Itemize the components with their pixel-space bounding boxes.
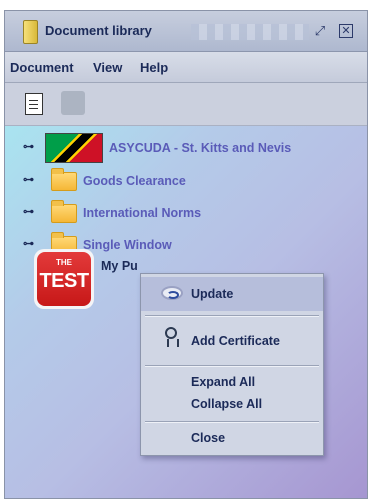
menu-document[interactable]: Document: [10, 60, 74, 75]
title-bar-grip: [191, 24, 309, 40]
tree-item-label: ASYCUDA - St. Kitts and Nevis: [109, 141, 292, 155]
app-icon-text-main: TEST: [39, 270, 89, 292]
context-menu-collapse-all[interactable]: Collapse All: [141, 394, 323, 416]
update-icon: [161, 286, 183, 300]
folder-icon: [51, 200, 77, 223]
context-menu-separator: [145, 315, 319, 317]
tree-item-asycuda[interactable]: ⊶ ASYCUDA - St. Kitts and Nevis: [5, 133, 367, 163]
restore-icon[interactable]: ⤢: [312, 23, 328, 39]
tree-item-selected-label[interactable]: My Pu: [101, 259, 138, 273]
the-test-app-icon[interactable]: THE TEST: [34, 249, 94, 309]
context-menu-label: Expand All: [191, 375, 256, 389]
tree-item-label: Goods Clearance: [83, 174, 186, 188]
context-menu-separator: [145, 365, 319, 367]
chat-bubble-icon: [61, 91, 85, 115]
context-menu-add-certificate[interactable]: Add Certificate: [141, 321, 323, 361]
toolbar: [5, 83, 367, 126]
menu-bar: Document View Help: [5, 52, 367, 83]
window-title: Document library: [45, 23, 152, 38]
expand-toggle-icon[interactable]: ⊶: [23, 175, 34, 186]
tree-item-label: International Norms: [83, 206, 202, 220]
document-library-icon: [23, 20, 38, 44]
tree-item-international-norms[interactable]: ⊶ International Norms: [5, 198, 367, 226]
context-menu-close[interactable]: Close: [141, 427, 323, 451]
menu-help[interactable]: Help: [140, 60, 168, 75]
context-menu-update[interactable]: Update: [141, 277, 323, 311]
context-menu-label: Add Certificate: [191, 334, 280, 348]
folder-icon: [51, 168, 77, 191]
document-icon[interactable]: [25, 93, 43, 115]
menu-view[interactable]: View: [93, 60, 122, 75]
tree-item-label: Single Window: [83, 238, 172, 252]
context-menu-label: Collapse All: [191, 397, 263, 411]
context-menu-label: Update: [191, 287, 234, 301]
expand-toggle-icon[interactable]: ⊶: [23, 207, 34, 218]
title-bar[interactable]: Document library ⤢ ✕: [5, 11, 367, 52]
context-menu: Update Add Certificate Expand All Collap…: [140, 273, 324, 456]
app-icon-text-top: THE: [56, 258, 72, 267]
certificate-icon: [165, 327, 179, 347]
context-menu-expand-all[interactable]: Expand All: [141, 372, 323, 394]
expand-toggle-icon[interactable]: ⊶: [23, 142, 34, 153]
context-menu-separator: [145, 421, 319, 423]
tree-item-goods-clearance[interactable]: ⊶ Goods Clearance: [5, 166, 367, 194]
close-window-icon[interactable]: ✕: [339, 24, 353, 38]
context-menu-label: Close: [191, 431, 226, 445]
flag-icon: [45, 133, 103, 163]
expand-toggle-icon[interactable]: ⊶: [23, 239, 34, 250]
